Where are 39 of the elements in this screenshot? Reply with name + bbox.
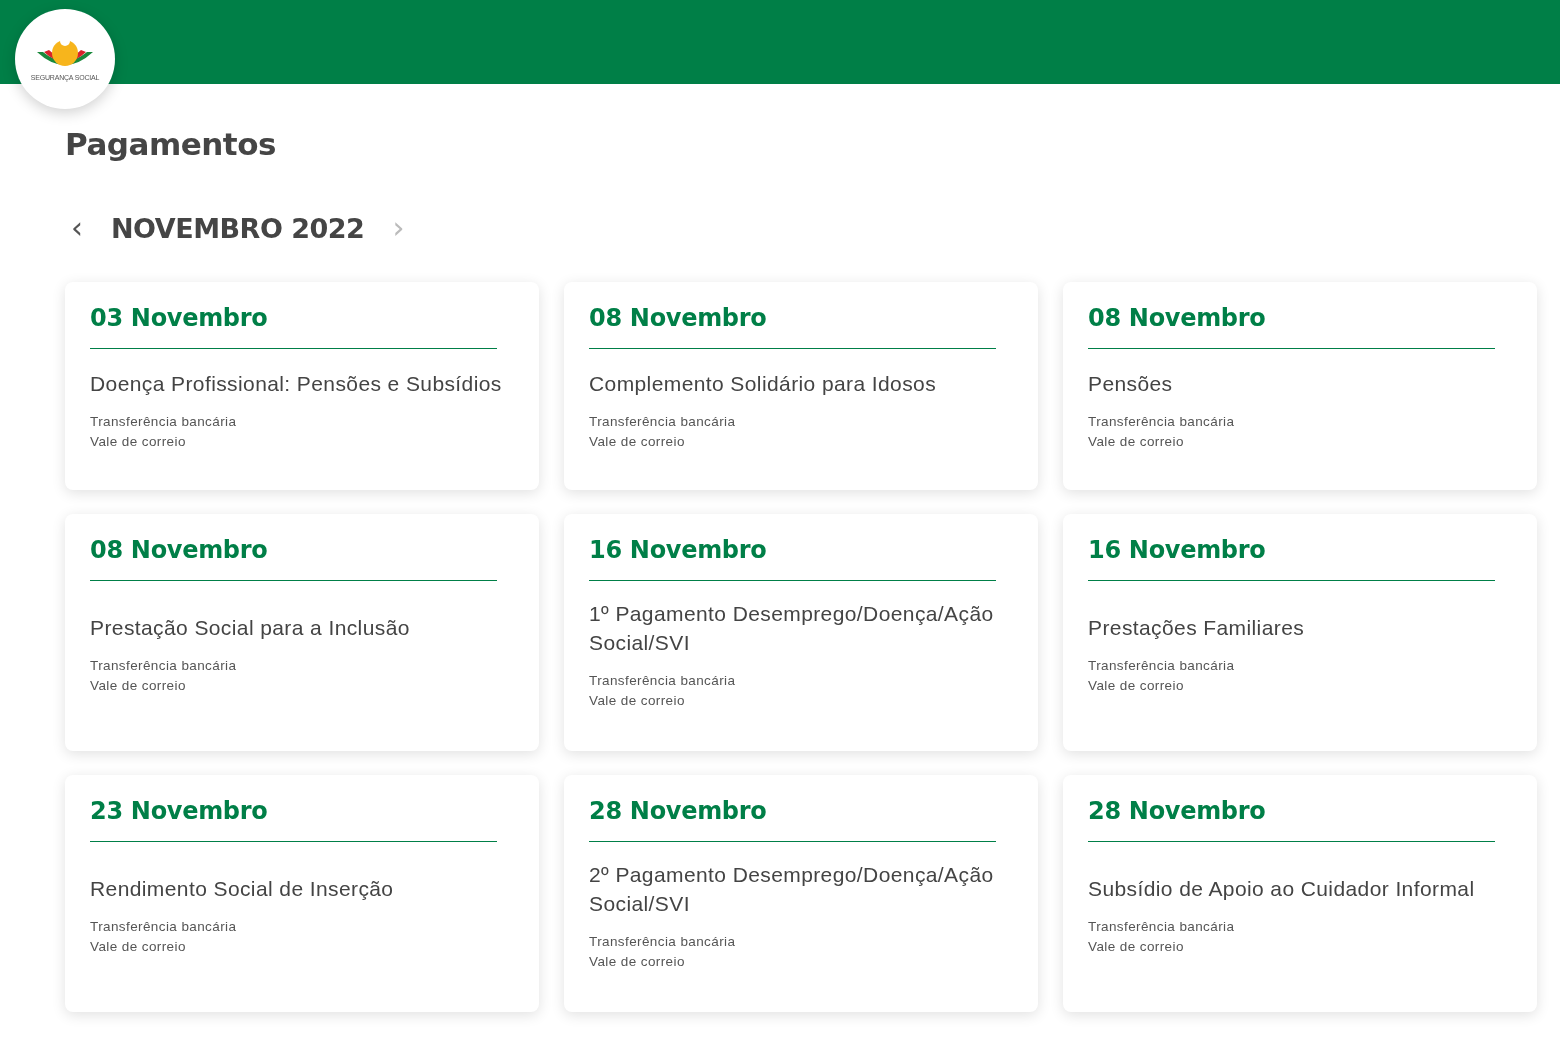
payment-date: 16 Novembro xyxy=(589,536,768,564)
previous-month-button[interactable]: ‹ xyxy=(65,213,89,243)
payment-name: Prestações Familiares xyxy=(1088,615,1306,641)
payment-method: Vale de correio xyxy=(589,434,686,449)
payment-method: Transferência bancária xyxy=(589,672,737,688)
payment-method: Vale de correio xyxy=(1088,939,1185,954)
payment-name: Complemento Solidário para Idosos xyxy=(589,371,938,397)
payment-method: Transferência bancária xyxy=(589,933,737,949)
page-title: Pagamentos xyxy=(65,126,277,162)
payment-date: 03 Novembro xyxy=(90,304,269,332)
payment-method: Transferência bancária xyxy=(90,414,238,429)
payment-date: 08 Novembro xyxy=(90,536,269,564)
payment-method: Transferência bancária xyxy=(589,414,737,429)
payment-method: Vale de correio xyxy=(90,434,187,449)
payment-name: Subsídio de Apoio ao Cuidador Informal xyxy=(1088,876,1476,902)
payment-date: 16 Novembro xyxy=(1088,536,1267,564)
payment-method: Transferência bancária xyxy=(1088,414,1236,429)
payment-name: Pensões xyxy=(1088,371,1174,397)
payment-name: Prestação Social para a Inclusão xyxy=(90,615,411,641)
payment-date: 28 Novembro xyxy=(1088,797,1267,825)
payment-method: Vale de correio xyxy=(1088,678,1185,693)
payment-method: Transferência bancária xyxy=(90,919,238,934)
payment-method: Vale de correio xyxy=(90,678,187,693)
payment-method: Transferência bancária xyxy=(90,658,238,673)
payment-date: 28 Novembro xyxy=(589,797,768,825)
payment-method: Vale de correio xyxy=(90,939,187,954)
payment-name: 1º Pagamento Desemprego/Doença/Ação Social/SVI xyxy=(589,600,995,656)
month-label: NOVEMBRO 2022 xyxy=(111,212,365,244)
payment-method: Transferência bancária xyxy=(1088,919,1236,934)
payment-date: 23 Novembro xyxy=(90,797,269,825)
payment-name: Rendimento Social de Inserção xyxy=(90,876,395,902)
payment-method: Vale de correio xyxy=(589,692,686,708)
payment-method: Vale de correio xyxy=(589,953,686,969)
payment-method: Transferência bancária xyxy=(1088,658,1236,673)
payment-date: 08 Novembro xyxy=(1088,304,1267,332)
payment-date: 08 Novembro xyxy=(589,304,768,332)
payment-method: Vale de correio xyxy=(1088,434,1185,449)
payment-name: Doença Profissional: Pensões e Subsídios xyxy=(90,371,503,397)
payment-name: 2º Pagamento Desemprego/Doença/Ação Social/SVI xyxy=(589,861,995,917)
